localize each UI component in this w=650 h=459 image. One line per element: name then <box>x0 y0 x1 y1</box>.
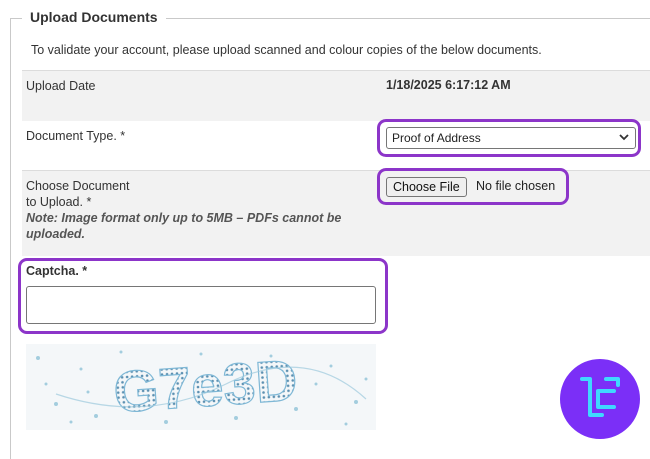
choose-document-label: Choose Document to Upload. * Note: Image… <box>26 178 341 242</box>
captcha-image: G7e3D <box>26 344 376 430</box>
upload-date-label: Upload Date <box>26 79 96 93</box>
document-type-selected: Proof of Address <box>392 131 481 145</box>
upload-date-row: Upload Date 1/18/2025 6:17:12 AM <box>22 70 650 122</box>
upload-date-value: 1/18/2025 6:17:12 AM <box>386 78 511 92</box>
section-legend: Upload Documents <box>22 9 166 25</box>
captcha-label: Captcha. * <box>26 264 88 278</box>
file-note-line2: uploaded. <box>26 227 86 241</box>
choose-document-label-line1: Choose Document <box>26 179 130 193</box>
choose-file-button[interactable]: Choose File <box>386 177 467 197</box>
chevron-down-icon <box>619 134 629 141</box>
file-status-text: No file chosen <box>476 179 556 193</box>
intro-text: To validate your account, please upload … <box>31 43 542 57</box>
document-type-label: Document Type. * <box>26 129 126 143</box>
file-note-line1: Note: Image format only up to 5MB – PDFs… <box>26 211 342 225</box>
captcha-input[interactable] <box>26 286 376 324</box>
brand-logo-icon <box>560 359 640 439</box>
document-type-select[interactable]: Proof of Address <box>386 127 636 149</box>
captcha-glyphs: G7e3D <box>112 348 300 426</box>
choose-document-label-line2: to Upload. * <box>26 195 92 209</box>
